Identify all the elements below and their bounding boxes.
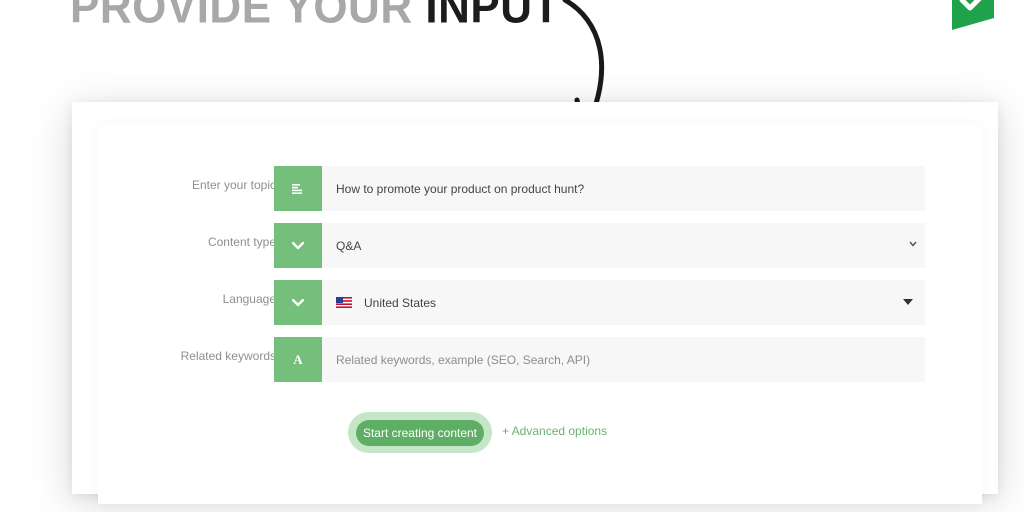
keywords-placeholder: Related keywords, example (SEO, Search, … bbox=[336, 352, 591, 367]
topic-label: Enter your topic bbox=[191, 178, 276, 192]
input-form-card: Enter your topic How to promote your pro… bbox=[72, 102, 998, 504]
language-value: United States bbox=[364, 295, 437, 310]
advanced-options-link[interactable]: + Advanced options bbox=[502, 424, 607, 438]
headline: PROVIDE YOUR INPUT bbox=[70, 0, 560, 31]
start-creating-button[interactable]: Start creating content bbox=[356, 419, 484, 446]
topic-input-value: How to promote your product on product h… bbox=[336, 181, 585, 196]
start-button-halo: Start creating content bbox=[348, 412, 492, 453]
us-flag-icon bbox=[336, 297, 352, 308]
headline-strong-text: INPUT bbox=[425, 0, 560, 34]
caret-down-icon bbox=[903, 299, 913, 305]
content-type-value: Q&A bbox=[336, 238, 362, 253]
green-check-badge-icon bbox=[952, 0, 994, 30]
content-type-label: Content type bbox=[207, 235, 276, 249]
keywords-row: Related keywords A Related keywords, exa… bbox=[98, 337, 982, 382]
text-lines-icon bbox=[274, 166, 322, 211]
chevron-down-icon[interactable] bbox=[274, 280, 322, 325]
keywords-label: Related keywords bbox=[180, 349, 276, 363]
language-select[interactable]: United States bbox=[322, 280, 925, 325]
content-type-select[interactable]: Q&A bbox=[322, 223, 925, 268]
input-form: Enter your topic How to promote your pro… bbox=[98, 124, 982, 504]
chevron-down-icon[interactable] bbox=[274, 223, 322, 268]
language-label: Language bbox=[222, 292, 276, 306]
language-row: Language United States bbox=[98, 280, 982, 325]
topic-row: Enter your topic How to promote your pro… bbox=[98, 166, 982, 211]
content-type-row: Content type Q&A bbox=[98, 223, 982, 268]
headline-muted-text: PROVIDE YOUR bbox=[70, 0, 413, 34]
letter-a-icon: A bbox=[274, 337, 322, 382]
topic-input[interactable]: How to promote your product on product h… bbox=[322, 166, 925, 211]
select-chevron-icon bbox=[909, 241, 917, 247]
letter-a-glyph: A bbox=[293, 351, 303, 367]
keywords-input[interactable]: Related keywords, example (SEO, Search, … bbox=[322, 337, 925, 382]
